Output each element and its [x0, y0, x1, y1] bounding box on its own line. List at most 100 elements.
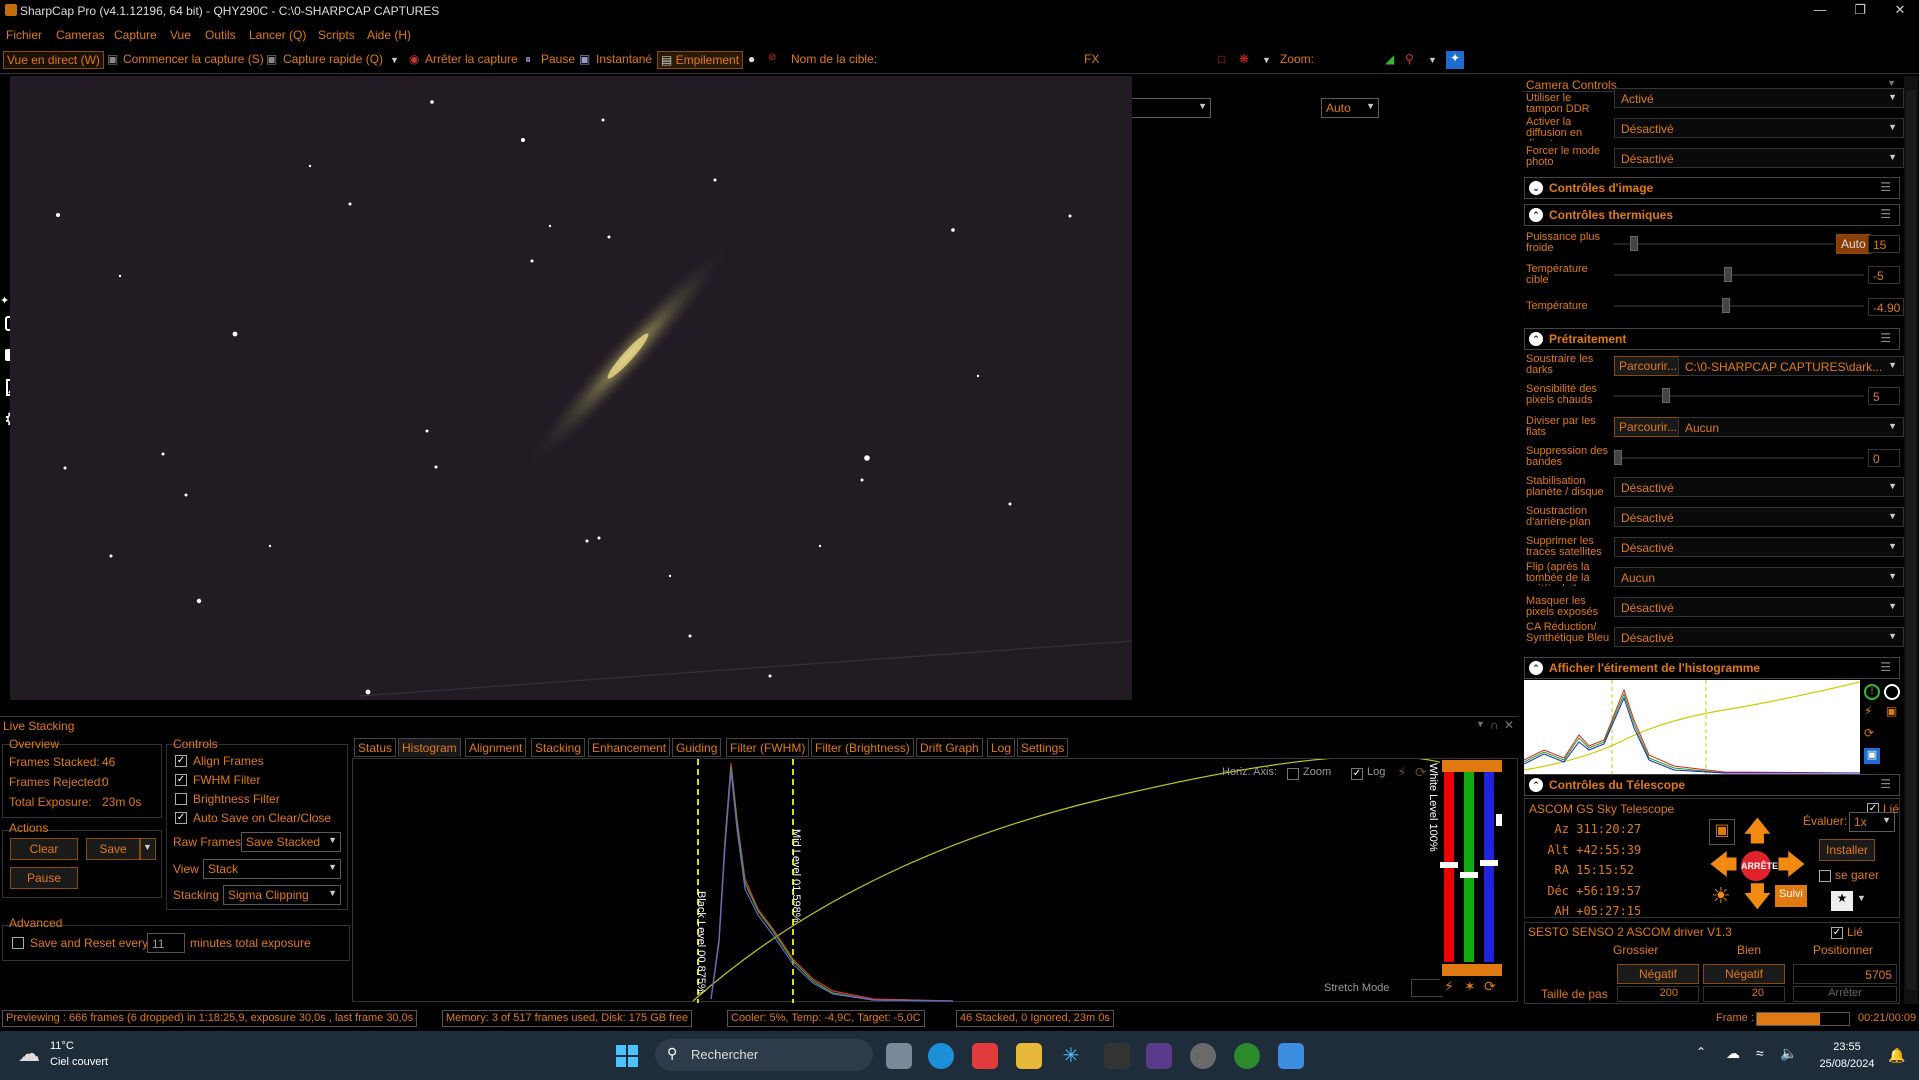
coarse-step-input[interactable]: 200: [1617, 986, 1699, 1002]
darks-select[interactable]: C:\0-SHARPCAP CAPTURES\dark... ▼: [1678, 356, 1904, 376]
install-button[interactable]: Installer: [1819, 839, 1876, 861]
menu-vue[interactable]: Vue: [170, 28, 191, 42]
slider-thumb[interactable]: [1614, 450, 1622, 465]
banding-value[interactable]: 0: [1868, 449, 1900, 467]
slider-thumb[interactable]: [1724, 267, 1732, 282]
chevron-down-icon[interactable]: ▼: [1887, 78, 1896, 88]
stop-capture-button[interactable]: Arrêter la capture: [425, 52, 518, 70]
goto-icon[interactable]: ▣: [1709, 819, 1735, 845]
log-checkbox[interactable]: ✓: [1351, 768, 1363, 780]
menu-fichier[interactable]: Fichier: [6, 28, 42, 42]
vivaldi-icon[interactable]: [972, 1043, 998, 1069]
menu-cameras[interactable]: Cameras: [56, 28, 105, 42]
section-preprocessing[interactable]: ⌃ Prétraitement ☰: [1524, 328, 1900, 350]
star-icon[interactable]: ★: [1831, 891, 1853, 911]
menu-icon[interactable]: ☰: [1880, 180, 1891, 194]
menu-icon[interactable]: ☰: [1880, 777, 1891, 791]
satellite-select[interactable]: Désactivé ▼: [1614, 537, 1904, 557]
banding-slider[interactable]: [1614, 448, 1864, 468]
flats-select[interactable]: Aucun ▼: [1678, 417, 1904, 437]
close-icon[interactable]: ✕: [1880, 2, 1919, 20]
flip-select[interactable]: Aucun ▼: [1614, 567, 1904, 587]
arrow-left-icon[interactable]: 🡄: [1709, 851, 1738, 879]
clear-button[interactable]: Clear: [10, 838, 78, 860]
histogram-icon[interactable]: ◢: [1385, 52, 1394, 70]
save-button[interactable]: Save: [86, 838, 140, 860]
magnifier-icon[interactable]: ⚲: [1405, 52, 1414, 70]
align-frames-checkbox[interactable]: ✓: [175, 755, 187, 767]
coarse-negative-button[interactable]: Négatif: [1617, 964, 1699, 984]
maximize-icon[interactable]: ❐: [1840, 2, 1880, 20]
slider-thumb[interactable]: [1630, 236, 1638, 251]
no-icon[interactable]: ⊘: [768, 52, 776, 70]
menu-icon[interactable]: ☰: [1880, 331, 1891, 345]
fwhm-filter-checkbox[interactable]: ✓: [175, 774, 187, 786]
browse-darks-button[interactable]: Parcourir...: [1614, 356, 1683, 376]
save-reset-checkbox[interactable]: [12, 937, 24, 949]
slider-thumb[interactable]: [1496, 814, 1502, 826]
sharpcap-icon[interactable]: [1104, 1043, 1130, 1069]
raw-frames-select[interactable]: Save Stacked ▼: [241, 832, 341, 852]
minutes-input[interactable]: 11: [147, 933, 185, 953]
green-level-slider[interactable]: [1464, 772, 1474, 962]
panel-scrollbar[interactable]: [1904, 76, 1918, 1004]
livestream-select[interactable]: Désactivé ▼: [1614, 118, 1904, 138]
tab-guiding[interactable]: Guiding: [672, 738, 722, 757]
target-temp-value[interactable]: -5: [1868, 266, 1900, 284]
zoom-select[interactable]: Auto ▼: [1321, 98, 1379, 118]
fine-step-input[interactable]: 20: [1703, 986, 1785, 1002]
tab-filter-brightness[interactable]: Filter (Brightness): [811, 738, 914, 757]
bolt-icon[interactable]: ⚡: [1444, 978, 1454, 995]
wifi-icon[interactable]: ≈: [1756, 1045, 1764, 1061]
stacking-select[interactable]: Sigma Clipping ▼: [223, 885, 341, 905]
ascom-icon[interactable]: ✦: [1446, 51, 1464, 69]
park-checkbox[interactable]: [1819, 870, 1831, 882]
ca-select[interactable]: Désactivé ▼: [1614, 627, 1904, 647]
quick-capture-button[interactable]: Capture rapide (Q): [283, 52, 383, 70]
cooler-power-value[interactable]: 15: [1868, 235, 1900, 253]
chevron-down-icon[interactable]: ▼: [140, 838, 156, 860]
stellarium-icon[interactable]: [1146, 1043, 1172, 1069]
record-icon[interactable]: ●: [748, 52, 755, 70]
edge-icon[interactable]: [928, 1043, 954, 1069]
hot-pixel-slider[interactable]: [1614, 386, 1864, 406]
rate-select[interactable]: 1x ▼: [1849, 812, 1895, 832]
planet-icon[interactable]: [1190, 1043, 1216, 1069]
menu-outils[interactable]: Outils: [205, 28, 236, 42]
scrollbar-thumb[interactable]: [1906, 90, 1916, 990]
star-icon[interactable]: ✶: [1464, 978, 1476, 995]
reset-icon[interactable]: ⟳: [1484, 978, 1496, 995]
view-select[interactable]: Stack ▼: [203, 859, 341, 879]
reset-icon[interactable]: ⟳: [1864, 726, 1874, 740]
focuser-stop-button[interactable]: Arrêter: [1793, 986, 1897, 1002]
tab-histogram[interactable]: Histogram: [398, 738, 461, 757]
slider-thumb[interactable]: [1662, 388, 1670, 403]
close-icon[interactable]: ✕: [1504, 718, 1514, 732]
pause-button[interactable]: Pause: [541, 52, 575, 70]
chevron-down-icon[interactable]: ▼: [1428, 55, 1437, 73]
phd-icon[interactable]: [1234, 1043, 1260, 1069]
stretch-mode-input[interactable]: [1411, 979, 1443, 997]
roi-icon[interactable]: □: [1218, 52, 1225, 70]
notification-icon[interactable]: 🔔: [1888, 1047, 1905, 1064]
slider-thumb[interactable]: [1460, 872, 1478, 878]
section-thermal[interactable]: ⌃ Contrôles thermiques ☰: [1524, 204, 1900, 226]
pause-stack-button[interactable]: Pause: [10, 867, 78, 889]
tab-filter-fwhm[interactable]: Filter (FWHM): [726, 738, 810, 757]
menu-icon[interactable]: ☰: [1880, 660, 1891, 674]
home-icon[interactable]: ☀: [1711, 885, 1731, 907]
hot-pixel-value[interactable]: 5: [1868, 387, 1900, 405]
weather-icon[interactable]: ☁: [18, 1041, 40, 1067]
section-histogram-stretch[interactable]: ⌃ Afficher l'étirement de l'histogramme ☰: [1524, 657, 1900, 679]
tab-settings[interactable]: Settings: [1017, 738, 1069, 757]
clock-time[interactable]: 23:55: [1817, 1041, 1877, 1053]
pin-icon[interactable]: ∩: [1490, 718, 1499, 732]
section-image-controls[interactable]: ⌄ Contrôles d'image ☰: [1524, 177, 1900, 199]
tab-status[interactable]: Status: [354, 738, 397, 757]
preview-image[interactable]: [10, 76, 1132, 700]
bolt-icon[interactable]: ⚡: [1864, 704, 1872, 718]
tab-log[interactable]: Log: [987, 738, 1016, 757]
zoom-checkbox[interactable]: [1287, 768, 1299, 780]
clock-date[interactable]: 25/08/2024: [1812, 1058, 1882, 1070]
background-select[interactable]: Désactivé ▼: [1614, 507, 1904, 527]
